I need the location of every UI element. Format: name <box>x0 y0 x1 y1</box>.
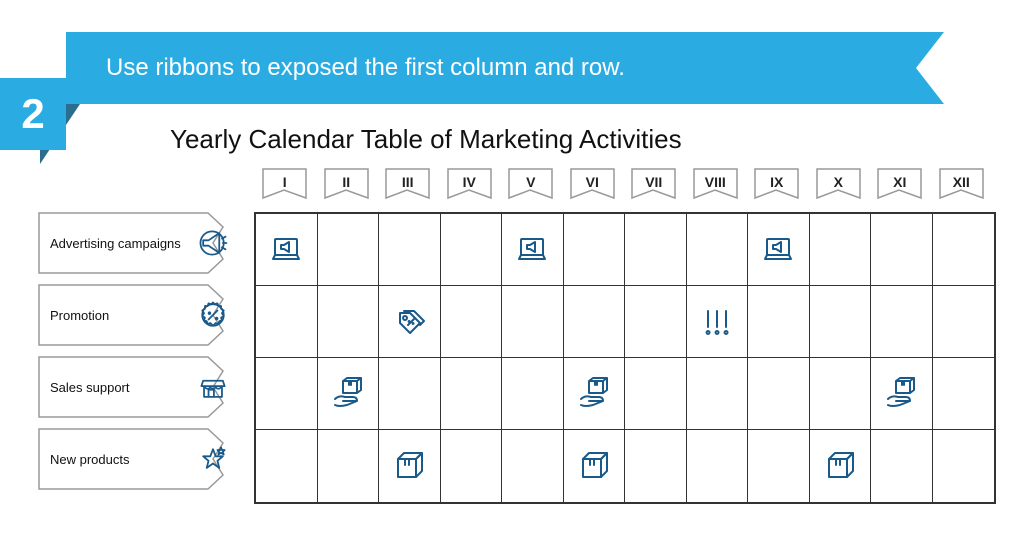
grid-cell <box>687 286 749 358</box>
row-header-new-products: New products <box>38 428 246 490</box>
grid-cell <box>379 358 441 430</box>
row-header-promotion: Promotion <box>38 284 246 346</box>
grid-cell <box>564 358 626 430</box>
grid-cell <box>256 286 318 358</box>
grid-cell <box>318 286 380 358</box>
hand-box-icon <box>329 375 367 413</box>
grid-cell <box>933 286 995 358</box>
grid-cell <box>441 430 503 502</box>
grid-row <box>256 430 994 502</box>
grid-row <box>256 286 994 358</box>
subtitle: Yearly Calendar Table of Marketing Activ… <box>170 124 682 155</box>
grid-cell <box>441 286 503 358</box>
grid-cell <box>318 214 380 286</box>
grid-cell <box>441 214 503 286</box>
price-tags-icon <box>390 303 428 341</box>
grid-cell <box>871 286 933 358</box>
exclaim-icon <box>698 303 736 341</box>
col-header: V <box>500 168 562 208</box>
col-header: XII <box>931 168 993 208</box>
grid-cell <box>379 214 441 286</box>
grid-cell <box>564 286 626 358</box>
grid-cell <box>687 430 749 502</box>
grid-cell <box>687 214 749 286</box>
box-icon <box>821 447 859 485</box>
col-header: X <box>808 168 870 208</box>
row-label: New products <box>50 452 129 467</box>
grid-cell <box>502 358 564 430</box>
col-header: XI <box>869 168 931 208</box>
star-icon <box>196 442 230 476</box>
col-header: IX <box>746 168 808 208</box>
grid-cell <box>748 358 810 430</box>
grid-cell <box>933 358 995 430</box>
grid-cell <box>318 430 380 502</box>
grid-body <box>254 212 996 504</box>
grid-cell <box>625 358 687 430</box>
grid-cell <box>810 430 872 502</box>
hand-box-icon <box>575 375 613 413</box>
grid-cell <box>625 214 687 286</box>
col-header: III <box>377 168 439 208</box>
column-headers: I II III IV V VI VII VIII IX X XI XII <box>254 168 992 208</box>
grid-cell <box>379 286 441 358</box>
col-header: II <box>316 168 378 208</box>
grid-cell <box>933 214 995 286</box>
grid-cell <box>318 358 380 430</box>
title-text: Use ribbons to exposed the first column … <box>106 54 625 82</box>
grid-cell <box>256 214 318 286</box>
grid-cell <box>625 286 687 358</box>
grid-cell <box>441 358 503 430</box>
row-label: Promotion <box>50 308 109 323</box>
grid-cell <box>502 430 564 502</box>
row-headers: Advertising campaigns Promotion Sales su… <box>38 212 246 500</box>
title-ribbon: Use ribbons to exposed the first column … <box>66 32 944 104</box>
row-label: Sales support <box>50 380 130 395</box>
grid-cell <box>564 214 626 286</box>
col-header: VII <box>623 168 685 208</box>
grid-cell <box>810 286 872 358</box>
laptop-megaphone-icon <box>513 231 551 269</box>
box-icon <box>575 447 613 485</box>
grid-cell <box>256 430 318 502</box>
grid-cell <box>502 286 564 358</box>
grid-cell <box>625 430 687 502</box>
row-header-sales-support: Sales support <box>38 356 246 418</box>
grid-cell <box>871 358 933 430</box>
laptop-megaphone-icon <box>759 231 797 269</box>
hand-box-icon <box>882 375 920 413</box>
grid-cell <box>748 430 810 502</box>
col-header: IV <box>439 168 501 208</box>
megaphone-icon <box>196 226 230 260</box>
col-header: VI <box>562 168 624 208</box>
grid-row <box>256 358 994 430</box>
number-badge: 2 <box>0 78 66 150</box>
grid-cell <box>810 214 872 286</box>
grid-cell <box>748 214 810 286</box>
grid-cell <box>748 286 810 358</box>
col-header: VIII <box>685 168 747 208</box>
grid-cell <box>564 430 626 502</box>
grid-cell <box>379 430 441 502</box>
row-header-advertising: Advertising campaigns <box>38 212 246 274</box>
box-icon <box>390 447 428 485</box>
grid-cell <box>871 214 933 286</box>
storefront-icon <box>196 370 230 404</box>
discount-icon <box>196 298 230 332</box>
grid-cell <box>256 358 318 430</box>
grid-cell <box>871 430 933 502</box>
grid-cell <box>933 430 995 502</box>
col-header: I <box>254 168 316 208</box>
laptop-megaphone-icon <box>267 231 305 269</box>
grid-row <box>256 214 994 286</box>
grid-cell <box>502 214 564 286</box>
grid-cell <box>687 358 749 430</box>
grid-cell <box>810 358 872 430</box>
row-label: Advertising campaigns <box>50 236 181 251</box>
